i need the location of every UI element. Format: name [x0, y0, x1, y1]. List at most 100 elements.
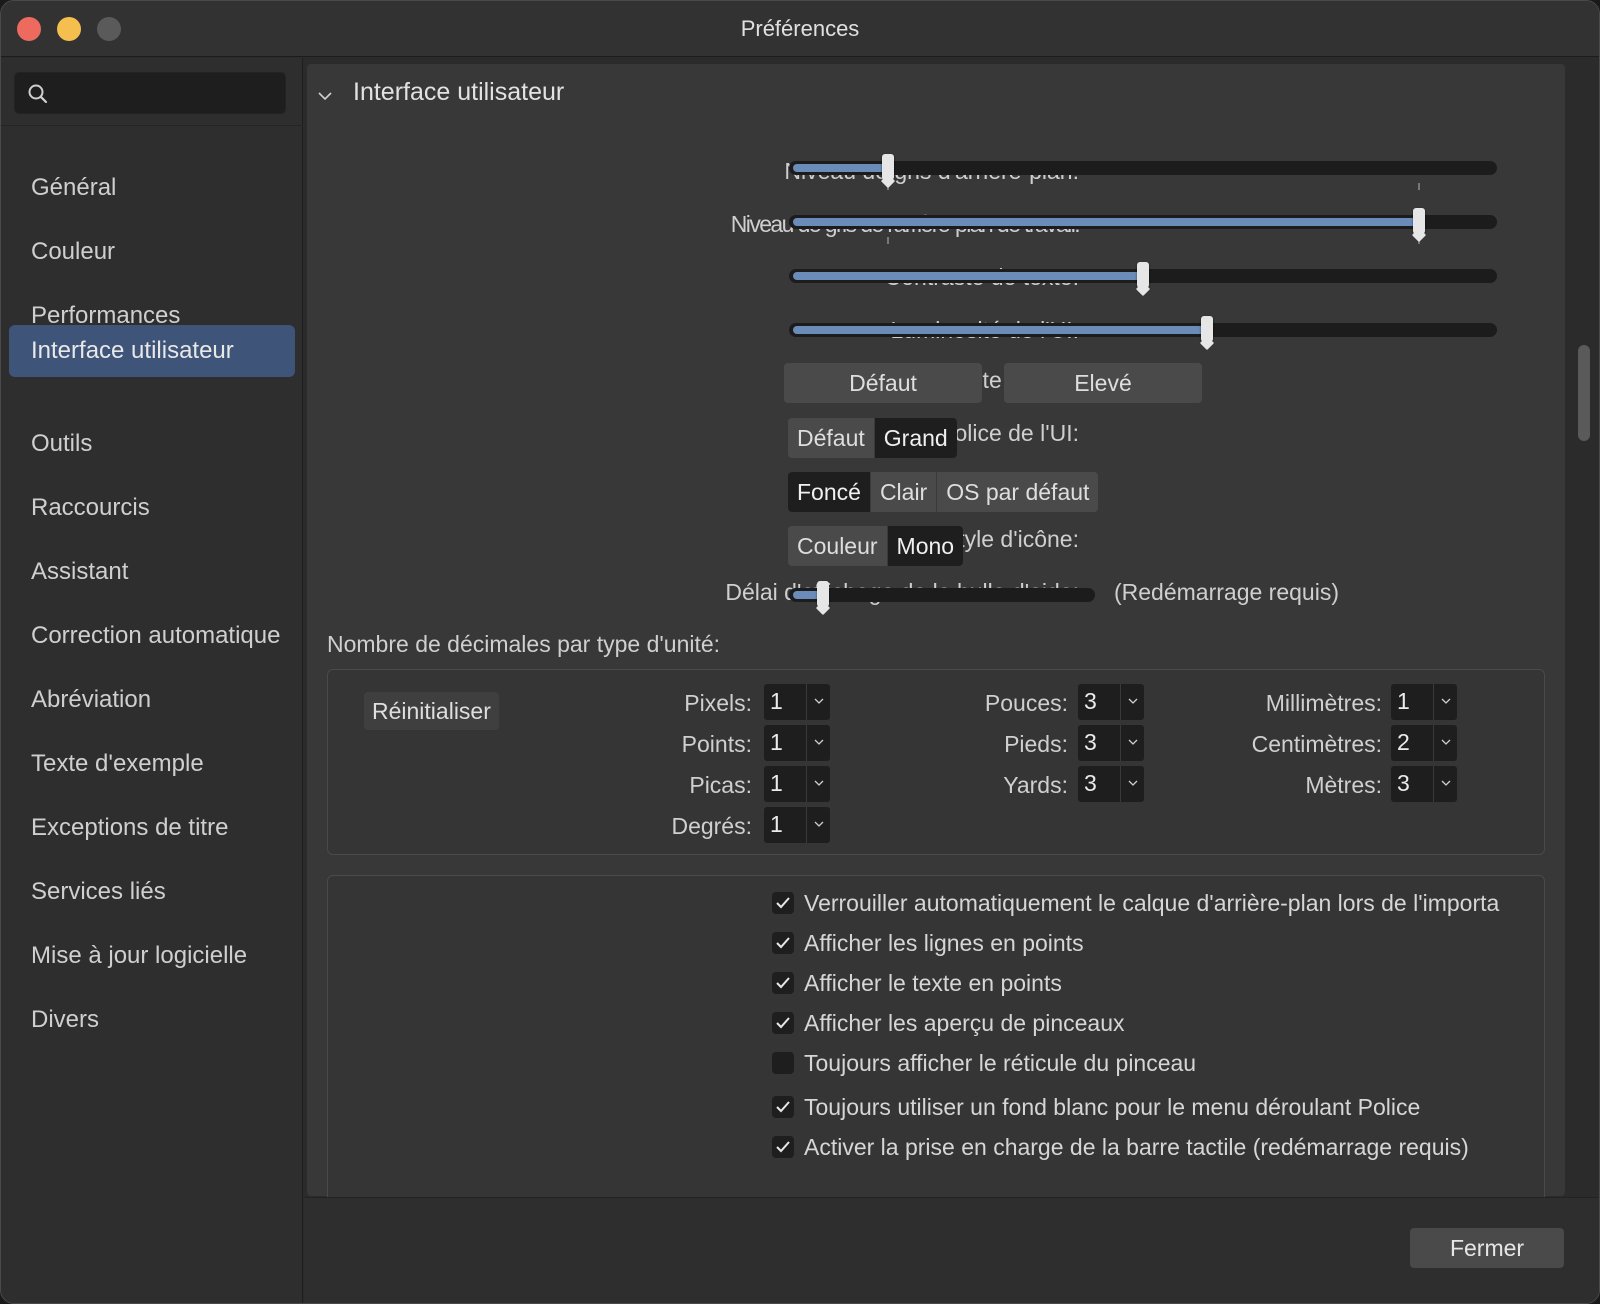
checkbox[interactable]: [772, 892, 794, 914]
pouces-value: 3: [1084, 688, 1097, 714]
checkbox-label: Toujours utiliser un fond blanc pour le …: [804, 1094, 1421, 1120]
pouces-select[interactable]: 3: [1078, 684, 1144, 720]
ui-style-light-option[interactable]: Clair: [871, 472, 938, 512]
slider-thumb[interactable]: [1200, 316, 1213, 342]
sidebar-item-correction-automatique[interactable]: Correction automatique: [9, 610, 295, 662]
sidebar-item-texte-exemple[interactable]: Texte d'exemple: [9, 738, 295, 790]
font-size-segmented[interactable]: Défaut Grand: [788, 418, 957, 458]
sidebar-item-interface-utilisateur[interactable]: Interface utilisateur: [9, 325, 295, 377]
checkbox-text-in-points[interactable]: Afficher le texte en points: [772, 970, 1544, 1000]
sidebar-item-raccourcis[interactable]: Raccourcis: [9, 482, 295, 534]
pixels-select[interactable]: 1: [764, 684, 830, 720]
checkbox-touch-bar[interactable]: Activer la prise en charge de la barre t…: [772, 1134, 1544, 1164]
points-label: Points:: [681, 731, 752, 757]
degres-value: 1: [770, 811, 783, 837]
ui-style-dark-option[interactable]: Foncé: [788, 472, 871, 512]
slider-thumb[interactable]: [882, 154, 895, 180]
sidebar: Général Couleur Performances Interface u…: [1, 58, 303, 1303]
chevron-down-icon: [318, 92, 332, 101]
chevron-down-icon: [1120, 725, 1144, 761]
checkbox-font-menu-white[interactable]: Toujours utiliser un fond blanc pour le …: [772, 1094, 1544, 1124]
ui-brightness-slider[interactable]: [789, 316, 1497, 342]
slider-tick: [887, 237, 890, 244]
sidebar-item-divers[interactable]: Divers: [9, 994, 295, 1046]
slider-thumb[interactable]: [1137, 262, 1149, 288]
section-title: Interface utilisateur: [353, 78, 565, 106]
picas-select[interactable]: 1: [764, 766, 830, 802]
icon-style-segmented[interactable]: Couleur Mono: [788, 526, 964, 566]
contrast-high-button[interactable]: Elevé: [1004, 363, 1202, 403]
sidebar-item-exceptions-titre[interactable]: Exceptions de titre: [9, 802, 295, 854]
tooltip-delay-slider[interactable]: [789, 581, 1095, 607]
points-select[interactable]: 1: [764, 725, 830, 761]
chevron-down-icon: [806, 807, 830, 843]
reset-button[interactable]: Réinitialiser: [364, 692, 499, 730]
decimals-panel: Réinitialiser Pixels: 1 Points: 1 Picas:…: [327, 669, 1545, 855]
picas-value: 1: [770, 770, 783, 796]
checkbox[interactable]: [772, 932, 794, 954]
millimetres-label: Millimètres:: [1265, 690, 1382, 716]
checkmark-icon: [776, 937, 790, 949]
pouces-label: Pouces:: [984, 690, 1068, 716]
contrast-default-button[interactable]: Défaut: [784, 363, 982, 403]
search-box[interactable]: [14, 72, 286, 114]
checkbox-label: Afficher les aperçu de pinceaux: [804, 1010, 1125, 1036]
slider-thumb[interactable]: [816, 581, 829, 607]
sidebar-item-services-lies[interactable]: Services liés: [9, 866, 295, 918]
degres-select[interactable]: 1: [764, 807, 830, 843]
checkbox[interactable]: [772, 972, 794, 994]
work-bg-gray-slider[interactable]: [789, 208, 1497, 244]
icon-style-color-option[interactable]: Couleur: [788, 526, 888, 566]
window-title: Préférences: [740, 16, 860, 41]
vertical-scrollbar[interactable]: [1578, 345, 1590, 441]
checkbox[interactable]: [772, 1052, 794, 1074]
sidebar-item-general[interactable]: Général: [9, 162, 295, 214]
font-size-default-option[interactable]: Défaut: [788, 418, 875, 458]
sidebar-item-outils[interactable]: Outils: [9, 418, 295, 470]
checkbox-label: Toujours afficher le réticule du pinceau: [804, 1050, 1197, 1076]
pieds-value: 3: [1084, 729, 1097, 755]
icon-style-mono-option[interactable]: Mono: [887, 526, 964, 566]
restart-required-note: (Redémarrage requis): [1114, 579, 1339, 605]
slider-fill: [793, 272, 1143, 280]
checkmark-icon: [776, 977, 790, 989]
ui-style-os-option[interactable]: OS par défaut: [937, 472, 1098, 512]
checkbox-label: Verrouiller automatiquement le calque d'…: [804, 890, 1500, 916]
yards-value: 3: [1084, 770, 1097, 796]
chevron-down-icon: [806, 725, 830, 761]
centimetres-select[interactable]: 2: [1391, 725, 1457, 761]
checkbox-brush-preview[interactable]: Afficher les aperçu de pinceaux: [772, 1010, 1544, 1040]
slider-tick: [1418, 183, 1421, 190]
sidebar-item-assistant[interactable]: Assistant: [9, 546, 295, 598]
yards-select[interactable]: 3: [1078, 766, 1144, 802]
checkbox[interactable]: [772, 1136, 794, 1158]
font-size-large-option[interactable]: Grand: [874, 418, 957, 458]
slider-fill: [793, 218, 1420, 226]
search-input[interactable]: [59, 79, 279, 109]
checkmark-icon: [776, 1017, 790, 1029]
slider-fill: [793, 326, 1207, 334]
checkbox-label: Activer la prise en charge de la barre t…: [804, 1134, 1469, 1160]
footer-bar: Fermer: [304, 1197, 1599, 1303]
text-contrast-slider[interactable]: [789, 262, 1497, 288]
bg-gray-slider[interactable]: [789, 154, 1497, 190]
metres-value: 3: [1397, 770, 1410, 796]
sidebar-item-abreviation[interactable]: Abréviation: [9, 674, 295, 726]
sidebar-item-mise-a-jour[interactable]: Mise à jour logicielle: [9, 930, 295, 982]
chevron-down-icon: [1433, 684, 1457, 720]
picas-label: Picas:: [689, 772, 752, 798]
checkbox-lines-in-points[interactable]: Afficher les lignes en points: [772, 930, 1544, 960]
ui-style-segmented[interactable]: Foncé Clair OS par défaut: [788, 472, 1099, 512]
slider-thumb[interactable]: [1413, 208, 1426, 234]
checkbox-lock-background[interactable]: Verrouiller automatiquement le calque d'…: [772, 890, 1544, 920]
chevron-down-icon: [1433, 766, 1457, 802]
sidebar-item-couleur[interactable]: Couleur: [9, 226, 295, 278]
checkbox[interactable]: [772, 1096, 794, 1118]
checkbox[interactable]: [772, 1012, 794, 1034]
pixels-label: Pixels:: [684, 690, 752, 716]
checkbox-brush-crosshair[interactable]: Toujours afficher le réticule du pinceau: [772, 1050, 1544, 1080]
millimetres-select[interactable]: 1: [1391, 684, 1457, 720]
metres-select[interactable]: 3: [1391, 766, 1457, 802]
close-button[interactable]: Fermer: [1410, 1228, 1564, 1268]
pieds-select[interactable]: 3: [1078, 725, 1144, 761]
